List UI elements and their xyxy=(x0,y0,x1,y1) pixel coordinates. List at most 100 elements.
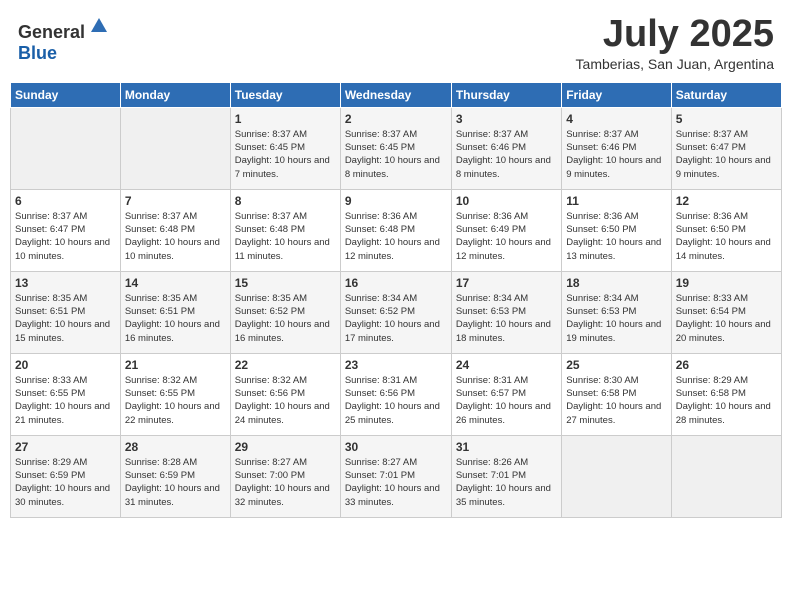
day-header-friday: Friday xyxy=(562,82,671,107)
calendar-cell: 22 Sunrise: 8:32 AMSunset: 6:56 PMDayligh… xyxy=(230,353,340,435)
day-info: Sunrise: 8:32 AMSunset: 6:56 PMDaylight:… xyxy=(235,374,336,427)
location-subtitle: Tamberias, San Juan, Argentina xyxy=(576,56,774,72)
calendar-cell: 14 Sunrise: 8:35 AMSunset: 6:51 PMDayligh… xyxy=(120,271,230,353)
calendar-week-1: 1 Sunrise: 8:37 AMSunset: 6:45 PMDaylight… xyxy=(11,107,782,189)
day-number: 2 xyxy=(345,112,447,126)
calendar-cell: 21 Sunrise: 8:32 AMSunset: 6:55 PMDayligh… xyxy=(120,353,230,435)
day-info: Sunrise: 8:27 AMSunset: 7:01 PMDaylight:… xyxy=(345,456,447,509)
calendar-cell: 9 Sunrise: 8:36 AMSunset: 6:48 PMDaylight… xyxy=(340,189,451,271)
day-info: Sunrise: 8:37 AMSunset: 6:48 PMDaylight:… xyxy=(125,210,226,263)
calendar-table: SundayMondayTuesdayWednesdayThursdayFrid… xyxy=(10,82,782,518)
header: General Blue July 2025 Tamberias, San Ju… xyxy=(10,10,782,76)
calendar-cell: 16 Sunrise: 8:34 AMSunset: 6:52 PMDayligh… xyxy=(340,271,451,353)
day-number: 7 xyxy=(125,194,226,208)
day-number: 18 xyxy=(566,276,666,290)
day-number: 29 xyxy=(235,440,336,454)
day-info: Sunrise: 8:29 AMSunset: 6:59 PMDaylight:… xyxy=(15,456,116,509)
day-info: Sunrise: 8:36 AMSunset: 6:48 PMDaylight:… xyxy=(345,210,447,263)
calendar-cell: 29 Sunrise: 8:27 AMSunset: 7:00 PMDayligh… xyxy=(230,435,340,517)
calendar-cell: 8 Sunrise: 8:37 AMSunset: 6:48 PMDaylight… xyxy=(230,189,340,271)
month-title: July 2025 xyxy=(576,14,774,56)
day-number: 5 xyxy=(676,112,777,126)
day-info: Sunrise: 8:37 AMSunset: 6:48 PMDaylight:… xyxy=(235,210,336,263)
day-info: Sunrise: 8:31 AMSunset: 6:56 PMDaylight:… xyxy=(345,374,447,427)
day-header-sunday: Sunday xyxy=(11,82,121,107)
day-number: 22 xyxy=(235,358,336,372)
calendar-cell: 31 Sunrise: 8:26 AMSunset: 7:01 PMDayligh… xyxy=(451,435,561,517)
day-number: 16 xyxy=(345,276,447,290)
day-header-wednesday: Wednesday xyxy=(340,82,451,107)
calendar-body: 1 Sunrise: 8:37 AMSunset: 6:45 PMDaylight… xyxy=(11,107,782,517)
calendar-cell: 23 Sunrise: 8:31 AMSunset: 6:56 PMDayligh… xyxy=(340,353,451,435)
day-number: 10 xyxy=(456,194,557,208)
day-number: 4 xyxy=(566,112,666,126)
day-info: Sunrise: 8:31 AMSunset: 6:57 PMDaylight:… xyxy=(456,374,557,427)
day-number: 1 xyxy=(235,112,336,126)
day-info: Sunrise: 8:37 AMSunset: 6:47 PMDaylight:… xyxy=(676,128,777,181)
day-info: Sunrise: 8:32 AMSunset: 6:55 PMDaylight:… xyxy=(125,374,226,427)
day-number: 17 xyxy=(456,276,557,290)
day-number: 14 xyxy=(125,276,226,290)
title-section: July 2025 Tamberias, San Juan, Argentina xyxy=(576,14,774,72)
day-number: 15 xyxy=(235,276,336,290)
day-info: Sunrise: 8:36 AMSunset: 6:50 PMDaylight:… xyxy=(676,210,777,263)
day-number: 28 xyxy=(125,440,226,454)
calendar-cell: 5 Sunrise: 8:37 AMSunset: 6:47 PMDaylight… xyxy=(671,107,781,189)
day-number: 26 xyxy=(676,358,777,372)
calendar-cell: 15Sunrise: 8:35 AMSunset: 6:52 PMDayligh… xyxy=(230,271,340,353)
day-number: 19 xyxy=(676,276,777,290)
logo-general-text: General xyxy=(18,22,85,42)
logo-icon xyxy=(87,14,111,38)
calendar-header-row: SundayMondayTuesdayWednesdayThursdayFrid… xyxy=(11,82,782,107)
logo-blue-text: Blue xyxy=(18,43,57,63)
logo: General Blue xyxy=(18,14,111,64)
day-info: Sunrise: 8:34 AMSunset: 6:52 PMDaylight:… xyxy=(345,292,447,345)
day-number: 3 xyxy=(456,112,557,126)
calendar-cell: 3Sunrise: 8:37 AMSunset: 6:46 PMDaylight… xyxy=(451,107,561,189)
day-header-tuesday: Tuesday xyxy=(230,82,340,107)
day-info: Sunrise: 8:35 AMSunset: 6:51 PMDaylight:… xyxy=(125,292,226,345)
day-number: 9 xyxy=(345,194,447,208)
day-number: 11 xyxy=(566,194,666,208)
day-info: Sunrise: 8:29 AMSunset: 6:58 PMDaylight:… xyxy=(676,374,777,427)
day-info: Sunrise: 8:33 AMSunset: 6:54 PMDaylight:… xyxy=(676,292,777,345)
calendar-cell xyxy=(120,107,230,189)
calendar-cell: 30 Sunrise: 8:27 AMSunset: 7:01 PMDayligh… xyxy=(340,435,451,517)
day-info: Sunrise: 8:37 AMSunset: 6:46 PMDaylight:… xyxy=(566,128,666,181)
calendar-week-5: 27Sunrise: 8:29 AMSunset: 6:59 PMDayligh… xyxy=(11,435,782,517)
day-header-saturday: Saturday xyxy=(671,82,781,107)
day-number: 8 xyxy=(235,194,336,208)
day-info: Sunrise: 8:37 AMSunset: 6:45 PMDaylight:… xyxy=(345,128,447,181)
day-number: 24 xyxy=(456,358,557,372)
day-info: Sunrise: 8:28 AMSunset: 6:59 PMDaylight:… xyxy=(125,456,226,509)
calendar-cell xyxy=(11,107,121,189)
calendar-cell: 6Sunrise: 8:37 AMSunset: 6:47 PMDaylight… xyxy=(11,189,121,271)
calendar-cell: 18Sunrise: 8:34 AMSunset: 6:53 PMDayligh… xyxy=(562,271,671,353)
calendar-cell xyxy=(562,435,671,517)
day-info: Sunrise: 8:26 AMSunset: 7:01 PMDaylight:… xyxy=(456,456,557,509)
calendar-cell: 12Sunrise: 8:36 AMSunset: 6:50 PMDayligh… xyxy=(671,189,781,271)
day-info: Sunrise: 8:34 AMSunset: 6:53 PMDaylight:… xyxy=(456,292,557,345)
calendar-cell: 2 Sunrise: 8:37 AMSunset: 6:45 PMDaylight… xyxy=(340,107,451,189)
calendar-cell: 26 Sunrise: 8:29 AMSunset: 6:58 PMDayligh… xyxy=(671,353,781,435)
day-number: 20 xyxy=(15,358,116,372)
day-header-monday: Monday xyxy=(120,82,230,107)
day-number: 30 xyxy=(345,440,447,454)
day-info: Sunrise: 8:27 AMSunset: 7:00 PMDaylight:… xyxy=(235,456,336,509)
calendar-cell: 25Sunrise: 8:30 AMSunset: 6:58 PMDayligh… xyxy=(562,353,671,435)
calendar-cell: 13 Sunrise: 8:35 AMSunset: 6:51 PMDayligh… xyxy=(11,271,121,353)
day-info: Sunrise: 8:35 AMSunset: 6:51 PMDaylight:… xyxy=(15,292,116,345)
day-number: 31 xyxy=(456,440,557,454)
day-number: 13 xyxy=(15,276,116,290)
calendar-week-3: 13 Sunrise: 8:35 AMSunset: 6:51 PMDayligh… xyxy=(11,271,782,353)
calendar-week-2: 6Sunrise: 8:37 AMSunset: 6:47 PMDaylight… xyxy=(11,189,782,271)
calendar-cell: 17 Sunrise: 8:34 AMSunset: 6:53 PMDayligh… xyxy=(451,271,561,353)
day-number: 21 xyxy=(125,358,226,372)
calendar-cell: 24 Sunrise: 8:31 AMSunset: 6:57 PMDayligh… xyxy=(451,353,561,435)
calendar-cell: 7 Sunrise: 8:37 AMSunset: 6:48 PMDaylight… xyxy=(120,189,230,271)
calendar-cell: 20Sunrise: 8:33 AMSunset: 6:55 PMDayligh… xyxy=(11,353,121,435)
calendar-cell xyxy=(671,435,781,517)
day-number: 23 xyxy=(345,358,447,372)
day-info: Sunrise: 8:37 AMSunset: 6:47 PMDaylight:… xyxy=(15,210,116,263)
calendar-week-4: 20Sunrise: 8:33 AMSunset: 6:55 PMDayligh… xyxy=(11,353,782,435)
